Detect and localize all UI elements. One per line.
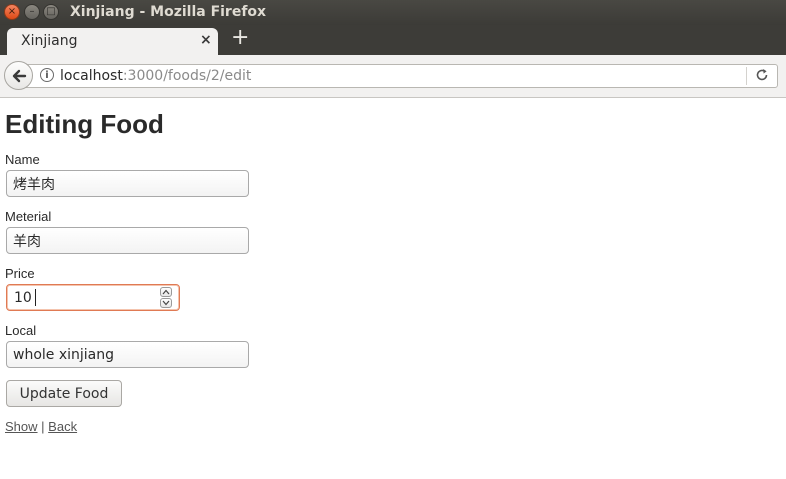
chevron-up-icon — [162, 289, 170, 295]
material-field[interactable] — [6, 227, 249, 254]
window-minimize-button[interactable]: – — [24, 4, 40, 20]
local-field[interactable] — [6, 341, 249, 368]
window-title: Xinjiang - Mozilla Firefox — [70, 4, 267, 20]
price-field-wrapper — [6, 284, 180, 311]
price-field[interactable] — [7, 285, 157, 310]
url-host: localhost — [60, 68, 123, 84]
tab-strip: Xinjiang × + — [0, 25, 786, 55]
window-close-button[interactable]: × — [4, 4, 20, 20]
tab-label: Xinjiang — [21, 33, 78, 49]
spin-up-button[interactable] — [160, 287, 172, 297]
back-button[interactable] — [4, 61, 33, 90]
show-link[interactable]: Show — [5, 419, 38, 434]
spin-down-button[interactable] — [160, 298, 172, 308]
window-titlebar: × – □ Xinjiang - Mozilla Firefox — [0, 0, 786, 25]
local-label: Local — [5, 323, 37, 338]
chevron-down-icon — [162, 300, 170, 306]
name-label: Name — [5, 152, 40, 167]
footer-links: Show | Back — [5, 419, 77, 434]
link-separator: | — [41, 419, 45, 434]
back-link[interactable]: Back — [48, 419, 77, 434]
navigation-bar: i localhost:3000/foods/2/edit — [0, 55, 786, 98]
text-caret — [35, 289, 36, 306]
price-label: Price — [5, 266, 35, 281]
info-icon[interactable]: i — [40, 68, 54, 82]
reload-icon[interactable] — [755, 68, 769, 82]
back-arrow-icon — [12, 69, 26, 82]
page-title: Editing Food — [5, 109, 164, 139]
url-text[interactable]: localhost:3000/foods/2/edit — [60, 68, 251, 84]
update-food-button[interactable]: Update Food — [6, 380, 122, 407]
material-label: Meterial — [5, 209, 52, 224]
page-content: Editing Food Name Meterial Price Local U… — [0, 98, 786, 479]
tab-xinjiang[interactable]: Xinjiang × — [7, 28, 218, 55]
tab-close-icon[interactable]: × — [200, 32, 212, 48]
name-field[interactable] — [6, 170, 249, 197]
new-tab-button[interactable]: + — [231, 27, 249, 49]
url-path: :3000/foods/2/edit — [122, 68, 252, 84]
address-bar[interactable]: i localhost:3000/foods/2/edit — [22, 64, 778, 88]
window-maximize-button[interactable]: □ — [43, 4, 59, 20]
url-separator — [746, 67, 747, 85]
